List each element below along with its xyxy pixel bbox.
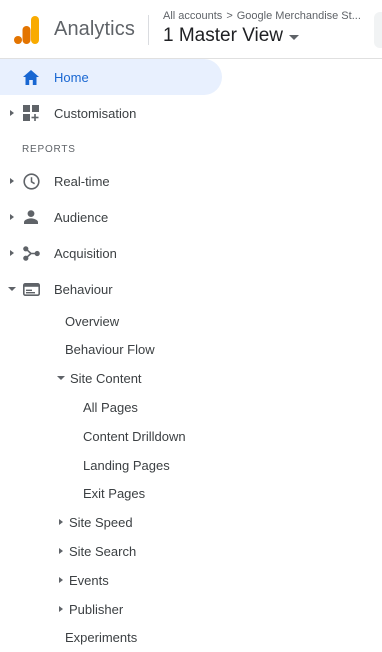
breadcrumb[interactable]: All accounts > Google Merchandise St... <box>163 10 363 22</box>
view-selector[interactable]: 1 Master View <box>163 25 300 47</box>
sidebar-subitem-publisher[interactable]: Publisher <box>59 596 123 622</box>
app-header: Analytics All accounts > Google Merchandis… <box>0 0 382 59</box>
chevron-right-icon[interactable] <box>59 606 63 612</box>
sidebar-subitem-label: Experiments <box>65 629 138 645</box>
sidebar-item-label: Audience <box>54 209 109 225</box>
chevron-down-icon[interactable] <box>8 287 16 291</box>
chevron-right-icon[interactable] <box>10 178 14 184</box>
chevron-right-icon[interactable] <box>10 110 14 116</box>
sidebar-subitem-label: Content Drilldown <box>83 428 186 444</box>
sidebar-subitem-label: Site Speed <box>69 514 133 530</box>
breadcrumb-account[interactable]: Google Merchandise St... <box>237 10 361 22</box>
sidebar-subitem-label: Landing Pages <box>83 457 170 473</box>
sidebar-subitem-events[interactable]: Events <box>59 567 109 593</box>
chevron-right-icon[interactable] <box>59 577 63 583</box>
sidebar-item-audience[interactable]: Audience <box>0 199 222 235</box>
header-divider <box>148 15 149 45</box>
sidebar-item-behaviour[interactable]: Behaviour <box>0 271 222 307</box>
sidebar-subitem-content-drilldown[interactable]: Content Drilldown <box>83 423 186 449</box>
app-title: Analytics <box>54 18 135 40</box>
sidebar-subitem-exit-pages[interactable]: Exit Pages <box>83 480 145 506</box>
person-icon <box>22 208 40 226</box>
sidebar-subitem-label: Site Search <box>69 543 137 559</box>
dashboard-icon <box>22 104 40 122</box>
sidebar-item-realtime[interactable]: Real-time <box>0 163 222 199</box>
chevron-right-icon[interactable] <box>10 214 14 220</box>
search-box[interactable] <box>374 12 382 48</box>
sidebar-subitem-experiments[interactable]: Experiments <box>65 624 137 650</box>
sidebar-item-acquisition[interactable]: Acquisition <box>0 235 222 271</box>
behaviour-icon <box>22 280 40 298</box>
sidebar-subitem-overview[interactable]: Overview <box>65 308 119 334</box>
sidebar-subitem-landing-pages[interactable]: Landing Pages <box>83 452 170 478</box>
breadcrumb-all-accounts[interactable]: All accounts <box>163 10 222 22</box>
chevron-down-icon[interactable] <box>289 34 300 40</box>
view-name[interactable]: 1 Master View <box>163 25 283 47</box>
sidebar-subitem-label: Exit Pages <box>83 485 146 501</box>
breadcrumb-separator: > <box>226 10 233 22</box>
chevron-right-icon[interactable] <box>10 250 14 256</box>
sidebar-subitem-label: Behaviour Flow <box>65 341 155 357</box>
sidebar-item-label: Real-time <box>54 173 110 189</box>
sidebar-subitem-behaviour-flow[interactable]: Behaviour Flow <box>65 336 155 362</box>
clock-icon <box>22 172 40 190</box>
sidebar-subitem-label: Events <box>69 572 109 588</box>
sidebar-item-label: Home <box>54 69 89 85</box>
sidebar-subitem-all-pages[interactable]: All Pages <box>83 394 138 420</box>
sidebar-subitem-site-content[interactable]: Site Content <box>57 365 142 391</box>
sidebar-subitem-label: Site Content <box>70 370 142 386</box>
sidebar-item-home[interactable]: Home <box>0 59 222 95</box>
sidebar-item-customisation[interactable]: Customisation <box>0 95 222 131</box>
sidebar-subitem-label: Publisher <box>69 601 124 617</box>
home-icon <box>22 68 40 86</box>
analytics-logo-icon[interactable] <box>14 16 40 44</box>
sidebar-subitem-site-search[interactable]: Site Search <box>59 538 136 564</box>
sidebar-subitem-label: All Pages <box>83 399 138 415</box>
sidebar-item-label: Customisation <box>54 105 137 121</box>
sidebar-item-label: Behaviour <box>54 281 113 297</box>
sidebar-item-label: Acquisition <box>54 245 117 261</box>
chevron-right-icon[interactable] <box>59 519 63 525</box>
chevron-down-icon[interactable] <box>57 376 65 380</box>
chevron-right-icon[interactable] <box>59 548 63 554</box>
sidebar-subitem-label: Overview <box>65 313 120 329</box>
section-label-reports: REPORTS <box>22 144 76 155</box>
acquisition-icon <box>22 244 40 262</box>
sidebar-subitem-site-speed[interactable]: Site Speed <box>59 509 133 535</box>
